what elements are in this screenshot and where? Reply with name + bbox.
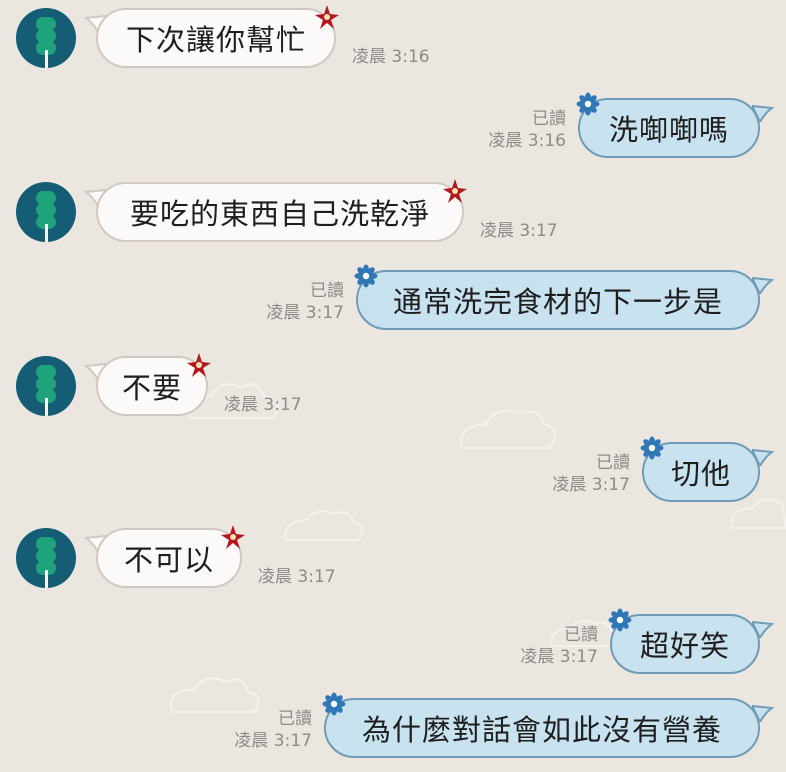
read-receipt: 已讀 xyxy=(278,709,312,729)
message-text: 要吃的東西自己洗乾淨 xyxy=(129,197,430,231)
read-receipt: 已讀 xyxy=(532,109,566,129)
message-bubble[interactable]: 超好笑 xyxy=(610,614,760,674)
timestamp: 凌晨 3:16 xyxy=(352,47,430,67)
red-flower-icon xyxy=(314,4,340,30)
message-text: 洗啣啣嗎 xyxy=(608,113,729,147)
message-text: 不可以 xyxy=(123,543,214,577)
timestamp: 凌晨 3:17 xyxy=(224,395,302,415)
message-meta: 已讀 凌晨 3:17 xyxy=(552,452,630,496)
incoming-message: 不可以 凌晨 3:17 xyxy=(0,524,786,590)
message-text: 為什麼對話會如此沒有營養 xyxy=(361,713,722,747)
incoming-message: 下次讓你幫忙 凌晨 3:16 xyxy=(0,4,786,70)
avatar-dango-icon[interactable] xyxy=(16,528,76,588)
message-meta: 已讀 凌晨 3:17 xyxy=(234,708,312,752)
message-bubble[interactable]: 為什麼對話會如此沒有營養 xyxy=(324,698,760,758)
message-meta: 已讀 凌晨 3:17 xyxy=(520,624,598,668)
message-meta: 凌晨 3:17 xyxy=(224,394,302,416)
blue-flower-icon xyxy=(640,436,664,460)
timestamp: 凌晨 3:17 xyxy=(258,567,336,587)
incoming-message: 不要 凌晨 3:17 xyxy=(0,352,786,418)
blue-flower-icon xyxy=(322,692,346,716)
blue-flower-icon xyxy=(608,608,632,632)
timestamp: 凌晨 3:17 xyxy=(234,731,312,751)
message-meta: 已讀 凌晨 3:16 xyxy=(488,108,566,152)
message-bubble[interactable]: 通常洗完食材的下一步是 xyxy=(356,270,760,330)
message-text: 切他 xyxy=(670,457,731,491)
message-meta: 已讀 凌晨 3:17 xyxy=(266,280,344,324)
avatar-dango-icon[interactable] xyxy=(16,8,76,68)
message-bubble[interactable]: 洗啣啣嗎 xyxy=(578,98,760,158)
message-text: 不要 xyxy=(121,371,182,405)
message-text: 下次讓你幫忙 xyxy=(125,23,306,57)
timestamp: 凌晨 3:17 xyxy=(520,647,598,667)
timestamp: 凌晨 3:16 xyxy=(488,131,566,151)
red-flower-icon xyxy=(186,352,212,378)
outgoing-message: 通常洗完食材的下一步是 已讀 凌晨 3:17 xyxy=(0,264,786,332)
red-flower-icon xyxy=(442,178,468,204)
read-receipt: 已讀 xyxy=(596,453,630,473)
incoming-message: 要吃的東西自己洗乾淨 凌晨 3:17 xyxy=(0,178,786,244)
message-text: 超好笑 xyxy=(639,629,730,663)
message-meta: 凌晨 3:17 xyxy=(258,566,336,588)
outgoing-message: 洗啣啣嗎 已讀 凌晨 3:16 xyxy=(0,92,786,160)
avatar-dango-icon[interactable] xyxy=(16,182,76,242)
outgoing-message: 為什麼對話會如此沒有營養 已讀 凌晨 3:17 xyxy=(0,692,786,760)
outgoing-message: 超好笑 已讀 凌晨 3:17 xyxy=(0,608,786,676)
read-receipt: 已讀 xyxy=(310,281,344,301)
message-bubble[interactable]: 下次讓你幫忙 xyxy=(96,8,336,68)
blue-flower-icon xyxy=(354,264,378,288)
timestamp: 凌晨 3:17 xyxy=(266,303,344,323)
message-bubble[interactable]: 要吃的東西自己洗乾淨 xyxy=(96,182,464,242)
timestamp: 凌晨 3:17 xyxy=(552,475,630,495)
avatar-dango-icon[interactable] xyxy=(16,356,76,416)
timestamp: 凌晨 3:17 xyxy=(480,221,558,241)
blue-flower-icon xyxy=(576,92,600,116)
red-flower-icon xyxy=(220,524,246,550)
message-meta: 凌晨 3:17 xyxy=(480,220,558,242)
outgoing-message: 切他 已讀 凌晨 3:17 xyxy=(0,436,786,504)
message-text: 通常洗完食材的下一步是 xyxy=(392,285,723,319)
message-meta: 凌晨 3:16 xyxy=(352,46,430,68)
read-receipt: 已讀 xyxy=(564,625,598,645)
